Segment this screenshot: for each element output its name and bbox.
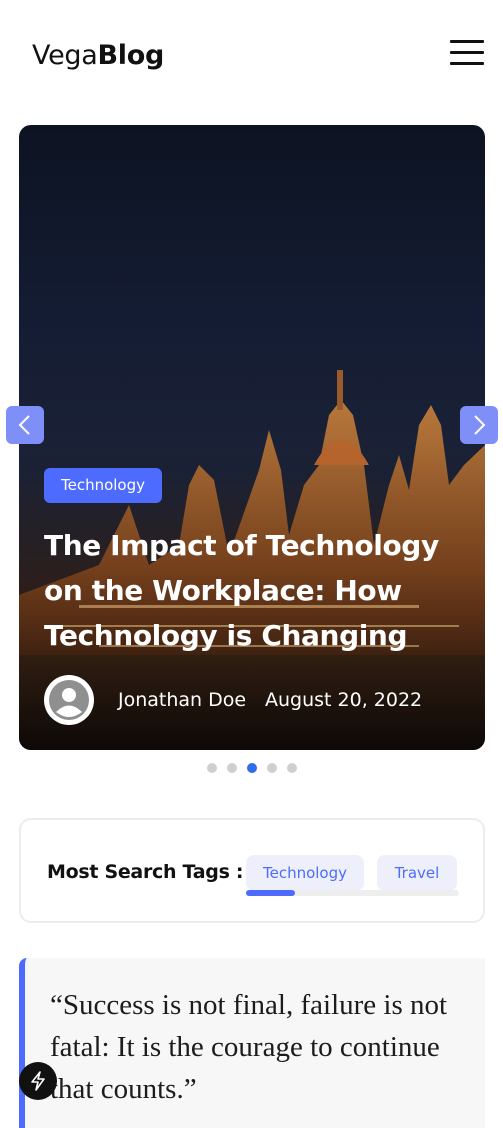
slider-dot-4[interactable] bbox=[267, 763, 277, 773]
tags-scrollbar[interactable] bbox=[246, 890, 459, 896]
menu-bar-line bbox=[450, 51, 484, 54]
tags-scrollbar-thumb[interactable] bbox=[246, 890, 295, 896]
site-header: VegaBlog bbox=[0, 0, 503, 110]
hamburger-menu-icon[interactable] bbox=[450, 40, 484, 66]
tag-chip-travel[interactable]: Travel bbox=[377, 855, 457, 891]
category-badge[interactable]: Technology bbox=[44, 468, 162, 503]
quick-action-button[interactable] bbox=[19, 1062, 57, 1100]
lightning-icon bbox=[31, 1071, 45, 1091]
post-title[interactable]: The Impact of Technology on the Workplac… bbox=[44, 523, 474, 658]
site-logo[interactable]: VegaBlog bbox=[32, 40, 164, 72]
most-search-tags-panel: Most Search Tags : Technology Travel bbox=[19, 818, 485, 923]
tag-chip-technology[interactable]: Technology bbox=[246, 855, 364, 891]
chevron-left-icon bbox=[18, 415, 30, 435]
slider-dot-2[interactable] bbox=[227, 763, 237, 773]
logo-light-text: Vega bbox=[32, 40, 98, 71]
featured-post-slider[interactable]: Technology The Impact of Technology on t… bbox=[19, 125, 485, 750]
post-date: August 20, 2022 bbox=[265, 689, 423, 711]
quote-text: “Success is not final, failure is not fa… bbox=[50, 989, 448, 1105]
author-avatar bbox=[44, 675, 94, 725]
user-icon bbox=[49, 680, 89, 720]
quote-block: “Success is not final, failure is not fa… bbox=[19, 958, 485, 1128]
author-name[interactable]: Jonathan Doe bbox=[118, 688, 246, 712]
slider-next-button[interactable] bbox=[460, 406, 498, 444]
chevron-right-icon bbox=[474, 415, 486, 435]
slider-dot-1[interactable] bbox=[207, 763, 217, 773]
menu-bar-line bbox=[450, 40, 484, 43]
logo-bold-text: Blog bbox=[97, 40, 164, 71]
slider-dot-5[interactable] bbox=[287, 763, 297, 773]
menu-bar-line bbox=[450, 62, 484, 65]
tags-heading: Most Search Tags : bbox=[47, 861, 244, 883]
slider-dot-3[interactable] bbox=[247, 763, 257, 773]
slider-prev-button[interactable] bbox=[6, 406, 44, 444]
